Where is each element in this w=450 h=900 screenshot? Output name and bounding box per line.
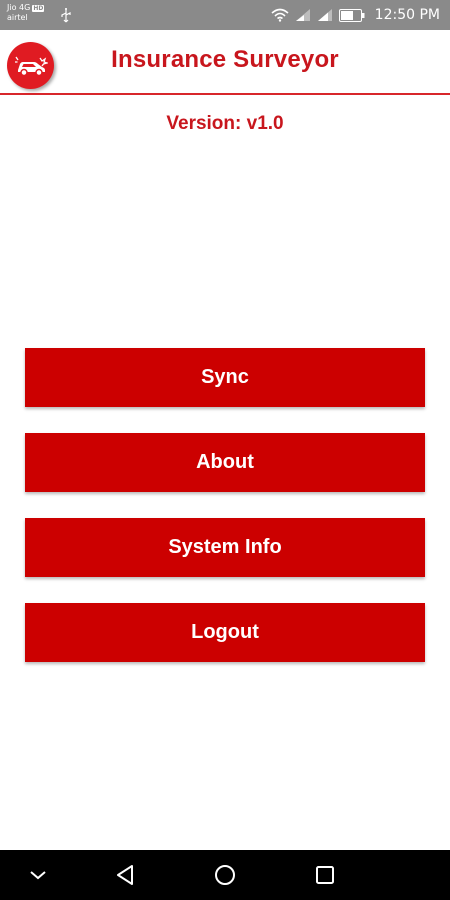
recent-apps-square-icon [316,866,334,884]
version-label: Version: v1.0 [166,113,284,134]
status-bar: Jio 4G HD airtel 12:50 PM [0,0,450,30]
sync-button[interactable]: Sync [25,348,425,407]
home-circle-icon [215,865,235,885]
carrier-1-label: Jio 4G [7,3,31,12]
back-triangle-icon [117,865,133,885]
navigation-bar [0,850,450,900]
battery-icon [338,8,365,22]
status-clock: 12:50 PM [374,7,440,23]
signal-strength-icon [295,9,310,21]
carrier-2-label: airtel [7,13,28,22]
hd-badge: HD [32,4,45,12]
app-bar: Insurance Surveyor [0,30,450,95]
chevron-down-icon [30,871,46,880]
system-info-button[interactable]: System Info [25,518,425,577]
recent-apps-button[interactable] [308,850,342,900]
home-button[interactable] [208,850,242,900]
app-title: Insurance Surveyor [111,46,339,73]
hide-nav-button[interactable] [22,850,54,900]
logout-button[interactable]: Logout [25,603,425,662]
signal-strength-icon-2 [317,9,332,21]
usb-icon [61,8,71,23]
wifi-icon [271,8,289,22]
about-button[interactable]: About [25,433,425,492]
back-button[interactable] [108,850,142,900]
carrier-info: Jio 4G HD airtel [7,3,45,23]
